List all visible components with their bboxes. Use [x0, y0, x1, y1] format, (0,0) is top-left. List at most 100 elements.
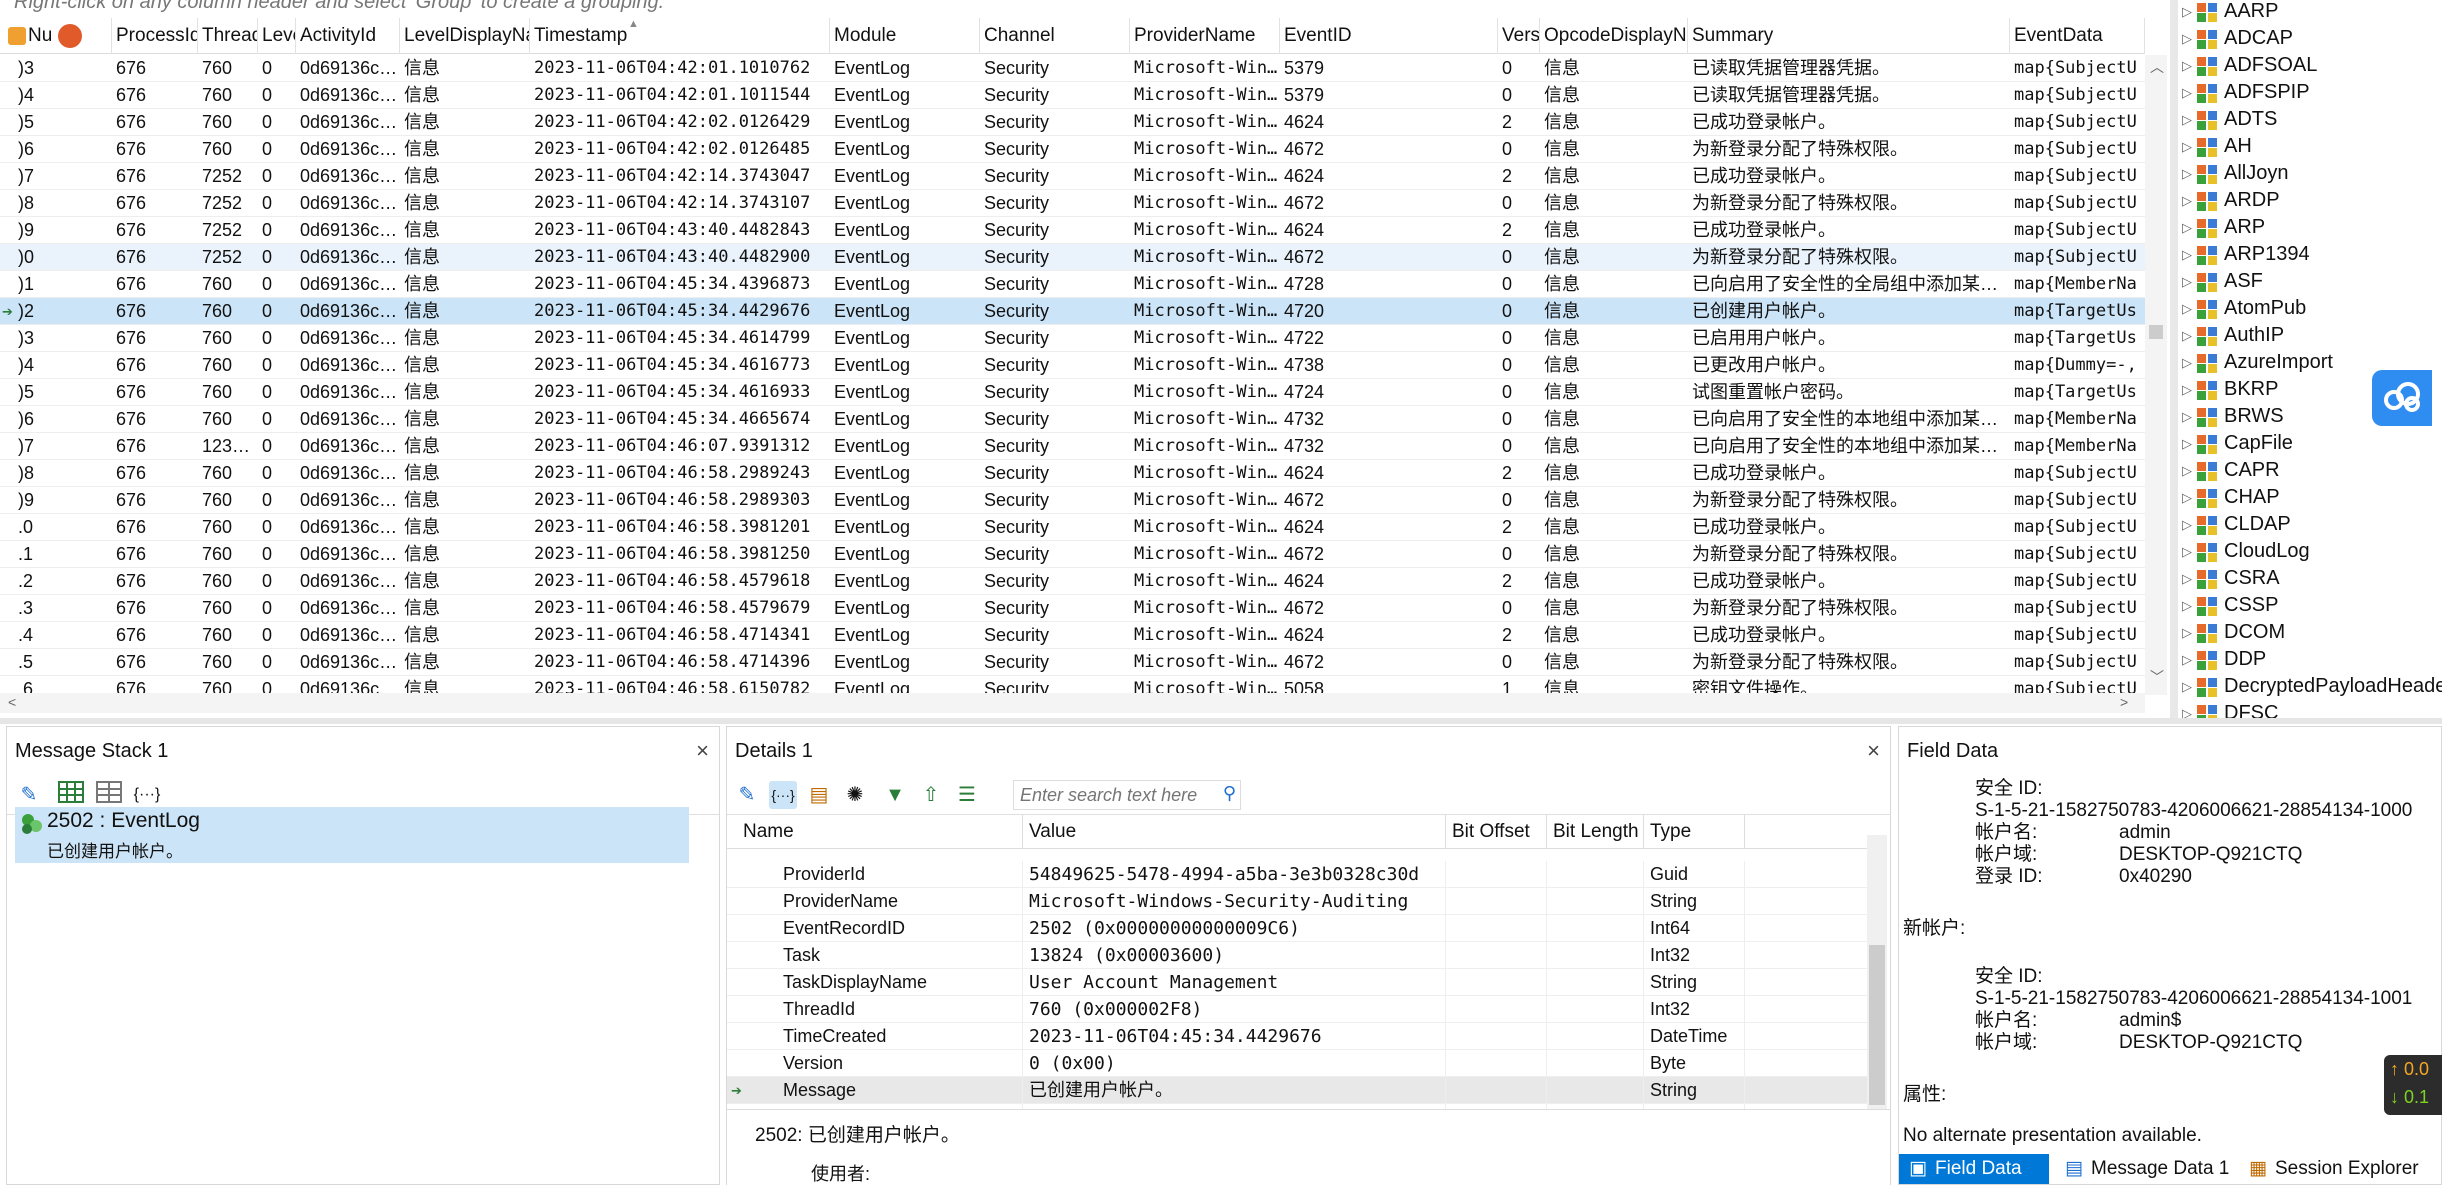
details-row[interactable]: Version 0 (0x00) Byte [727, 1050, 1867, 1077]
expand-arrow-icon[interactable]: ▷ [2182, 376, 2192, 403]
expand-arrow-icon[interactable]: ▷ [2182, 106, 2192, 133]
table-row[interactable]: .2 676 760 0 0d69136c… 信息 2023-11-06T04:46:58.… [0, 568, 2145, 595]
scroll-thumb[interactable] [2149, 325, 2163, 339]
expand-arrow-icon[interactable]: ▷ [2182, 160, 2192, 187]
expand-arrow-icon[interactable]: ▷ [2182, 592, 2192, 619]
table-row[interactable]: )0 676 7252 0 0d69136c… 信息 2023-11-06T04:43:40… [0, 244, 2145, 271]
scroll-thumb[interactable] [1869, 945, 1885, 1105]
expand-arrow-icon[interactable]: ▷ [2182, 484, 2192, 511]
scroll-up-icon[interactable]: ︿ [2150, 57, 2164, 77]
expand-arrow-icon[interactable]: ▷ [2182, 268, 2192, 295]
column-header-11[interactable]: Vers [1498, 18, 1540, 54]
vertical-splitter[interactable] [2170, 0, 2178, 720]
table-row[interactable]: )6 676 760 0 0d69136c… 信息 2023-11-06T04:42:02.… [0, 136, 2145, 163]
table-row[interactable]: )5 676 760 0 0d69136c… 信息 2023-11-06T04:45:34.… [0, 379, 2145, 406]
table-row[interactable]: )2 676 760 0 0d69136c… 信息 2023-11-06T04:45:34.… [0, 298, 2145, 325]
expand-arrow-icon[interactable]: ▷ [2182, 403, 2192, 430]
column-header-2[interactable]: Thread [198, 18, 258, 54]
table-row[interactable]: )9 676 7252 0 0d69136c… 信息 2023-11-06T04:43:40… [0, 217, 2145, 244]
table-row[interactable]: )1 676 760 0 0d69136c… 信息 2023-11-06T04:45:34.… [0, 271, 2145, 298]
properties-icon[interactable]: ▤ [805, 781, 833, 809]
table-row[interactable]: )9 676 760 0 0d69136c… 信息 2023-11-06T04:46:58.… [0, 487, 2145, 514]
table-row[interactable]: )3 676 760 0 0d69136c… 信息 2023-11-06T04:42:01.… [0, 55, 2145, 82]
table-row[interactable]: .4 676 760 0 0d69136c… 信息 2023-11-06T04:46:58.… [0, 622, 2145, 649]
expand-arrow-icon[interactable]: ▷ [2182, 538, 2192, 565]
grid-vertical-scrollbar[interactable]: ︿ ﹀ [2145, 55, 2167, 695]
column-header-1[interactable]: ProcessId [112, 18, 198, 54]
filter-icon[interactable]: ▼ [881, 781, 909, 809]
expand-arrow-icon[interactable]: ▷ [2182, 700, 2192, 718]
column-header-13[interactable]: Summary [1688, 18, 2010, 54]
table-view-icon[interactable] [95, 781, 123, 809]
expand-arrow-icon[interactable]: ▷ [2182, 79, 2192, 106]
details-row[interactable]: ProviderId 54849625-5478-4994-a5ba-3e3b03… [727, 861, 1867, 888]
details-scrollbar[interactable] [1867, 835, 1887, 1111]
column-header-3[interactable]: Leve [258, 18, 296, 54]
column-header-8[interactable]: Channel [980, 18, 1130, 54]
details-row[interactable]: TimeCreated 2023-11-06T04:45:34.4429676 Da… [727, 1023, 1867, 1050]
table-row[interactable]: )7 676 7252 0 0d69136c… 信息 2023-11-06T04:42:14… [0, 163, 2145, 190]
expand-arrow-icon[interactable]: ▷ [2182, 322, 2192, 349]
tab-field-data[interactable]: ▣ Field Data [1899, 1154, 2049, 1184]
details-row[interactable]: EventRecordID 2502 (0x00000000000009C6) In… [727, 915, 1867, 942]
expand-arrow-icon[interactable]: ▷ [2182, 457, 2192, 484]
expand-arrow-icon[interactable]: ▷ [2182, 241, 2192, 268]
table-row[interactable]: )6 676 760 0 0d69136c… 信息 2023-11-06T04:45:34.… [0, 406, 2145, 433]
expand-arrow-icon[interactable]: ▷ [2182, 511, 2192, 538]
grid-horizontal-scrollbar[interactable]: < > [0, 693, 2145, 713]
braces-toggle-icon[interactable]: {···} [769, 781, 797, 809]
expand-arrow-icon[interactable]: ▷ [2182, 25, 2192, 52]
expand-arrow-icon[interactable]: ▷ [2182, 52, 2192, 79]
details-row[interactable]: Message 已创建用户帐户。 String ➔ [727, 1077, 1867, 1104]
expand-arrow-icon[interactable]: ▷ [2182, 133, 2192, 160]
details-row[interactable]: ProviderName Microsoft-Windows-Security-A… [727, 888, 1867, 915]
table-row[interactable]: )8 676 7252 0 0d69136c… 信息 2023-11-06T04:42:14… [0, 190, 2145, 217]
expand-arrow-icon[interactable]: ▷ [2182, 430, 2192, 457]
details-row[interactable]: Task 13824 (0x00003600) Int32 [727, 942, 1867, 969]
column-header-12[interactable]: OpcodeDisplayNa [1540, 18, 1688, 54]
expand-arrow-icon[interactable]: ▷ [2182, 349, 2192, 376]
table-row[interactable]: .3 676 760 0 0d69136c… 信息 2023-11-06T04:46:58.… [0, 595, 2145, 622]
table-row[interactable]: .1 676 760 0 0d69136c… 信息 2023-11-06T04:46:58.… [0, 541, 2145, 568]
column-header-5[interactable]: LevelDisplayNa [400, 18, 530, 54]
expand-arrow-icon[interactable]: ▷ [2182, 214, 2192, 241]
column-header-10[interactable]: EventID [1280, 18, 1498, 54]
tab-message-data[interactable]: ▤ Message Data 1 [2055, 1154, 2229, 1184]
close-icon[interactable]: × [696, 727, 709, 775]
scroll-down-icon[interactable]: ﹀ [2150, 667, 2164, 687]
close-icon[interactable]: × [1867, 727, 1880, 775]
table-row[interactable]: .5 676 760 0 0d69136c… 信息 2023-11-06T04:46:58.… [0, 649, 2145, 676]
expand-arrow-icon[interactable]: ▷ [2182, 673, 2192, 700]
search-icon[interactable]: ⚲ [1223, 783, 1236, 804]
horizontal-splitter[interactable] [0, 718, 2442, 724]
table-row[interactable]: )7 676 123… 0 0d69136c… 信息 2023-11-06T04:46:07… [0, 433, 2145, 460]
expand-arrow-icon[interactable]: ▷ [2182, 187, 2192, 214]
details-row[interactable]: TaskDisplayName User Account Management St… [727, 969, 1867, 996]
expand-arrow-icon[interactable]: ▷ [2182, 295, 2192, 322]
column-header-7[interactable]: Module [830, 18, 980, 54]
add-column-icon[interactable]: ⇧ [917, 781, 945, 809]
search-input[interactable] [1014, 781, 1204, 809]
table-row[interactable]: )4 676 760 0 0d69136c… 信息 2023-11-06T04:45:34.… [0, 352, 2145, 379]
column-header-4[interactable]: ActivityId [296, 18, 400, 54]
details-row[interactable]: ThreadId 760 (0x000002F8) Int32 [727, 996, 1867, 1023]
table-row[interactable]: )4 676 760 0 0d69136c… 信息 2023-11-06T04:42:01.… [0, 82, 2145, 109]
pin-icon[interactable]: ✎ [15, 781, 43, 809]
expand-arrow-icon[interactable]: ▷ [2182, 0, 2192, 25]
expand-arrow-icon[interactable]: ▷ [2182, 619, 2192, 646]
grid-view-icon[interactable] [57, 781, 85, 809]
message-stack-item[interactable]: 2502 : EventLog 已创建用户帐户。 [15, 807, 689, 863]
expand-arrow-icon[interactable]: ▷ [2182, 646, 2192, 673]
column-header-14[interactable]: EventData [2010, 18, 2145, 54]
scroll-right-icon[interactable]: > [2120, 694, 2128, 710]
tab-session-explorer[interactable]: ▦ Session Explorer [2239, 1154, 2419, 1184]
pin-icon[interactable]: ✎ [733, 781, 761, 809]
table-row[interactable]: )3 676 760 0 0d69136c… 信息 2023-11-06T04:45:34.… [0, 325, 2145, 352]
table-row[interactable]: )8 676 760 0 0d69136c… 信息 2023-11-06T04:46:58.… [0, 460, 2145, 487]
expand-arrow-icon[interactable]: ▷ [2182, 565, 2192, 592]
column-header-9[interactable]: ProviderName [1130, 18, 1280, 54]
scroll-left-icon[interactable]: < [8, 694, 16, 710]
tree-expand-icon[interactable]: ☰ [953, 781, 981, 809]
cloud-sync-button[interactable] [2372, 370, 2432, 426]
table-options-icon[interactable] [8, 27, 26, 45]
